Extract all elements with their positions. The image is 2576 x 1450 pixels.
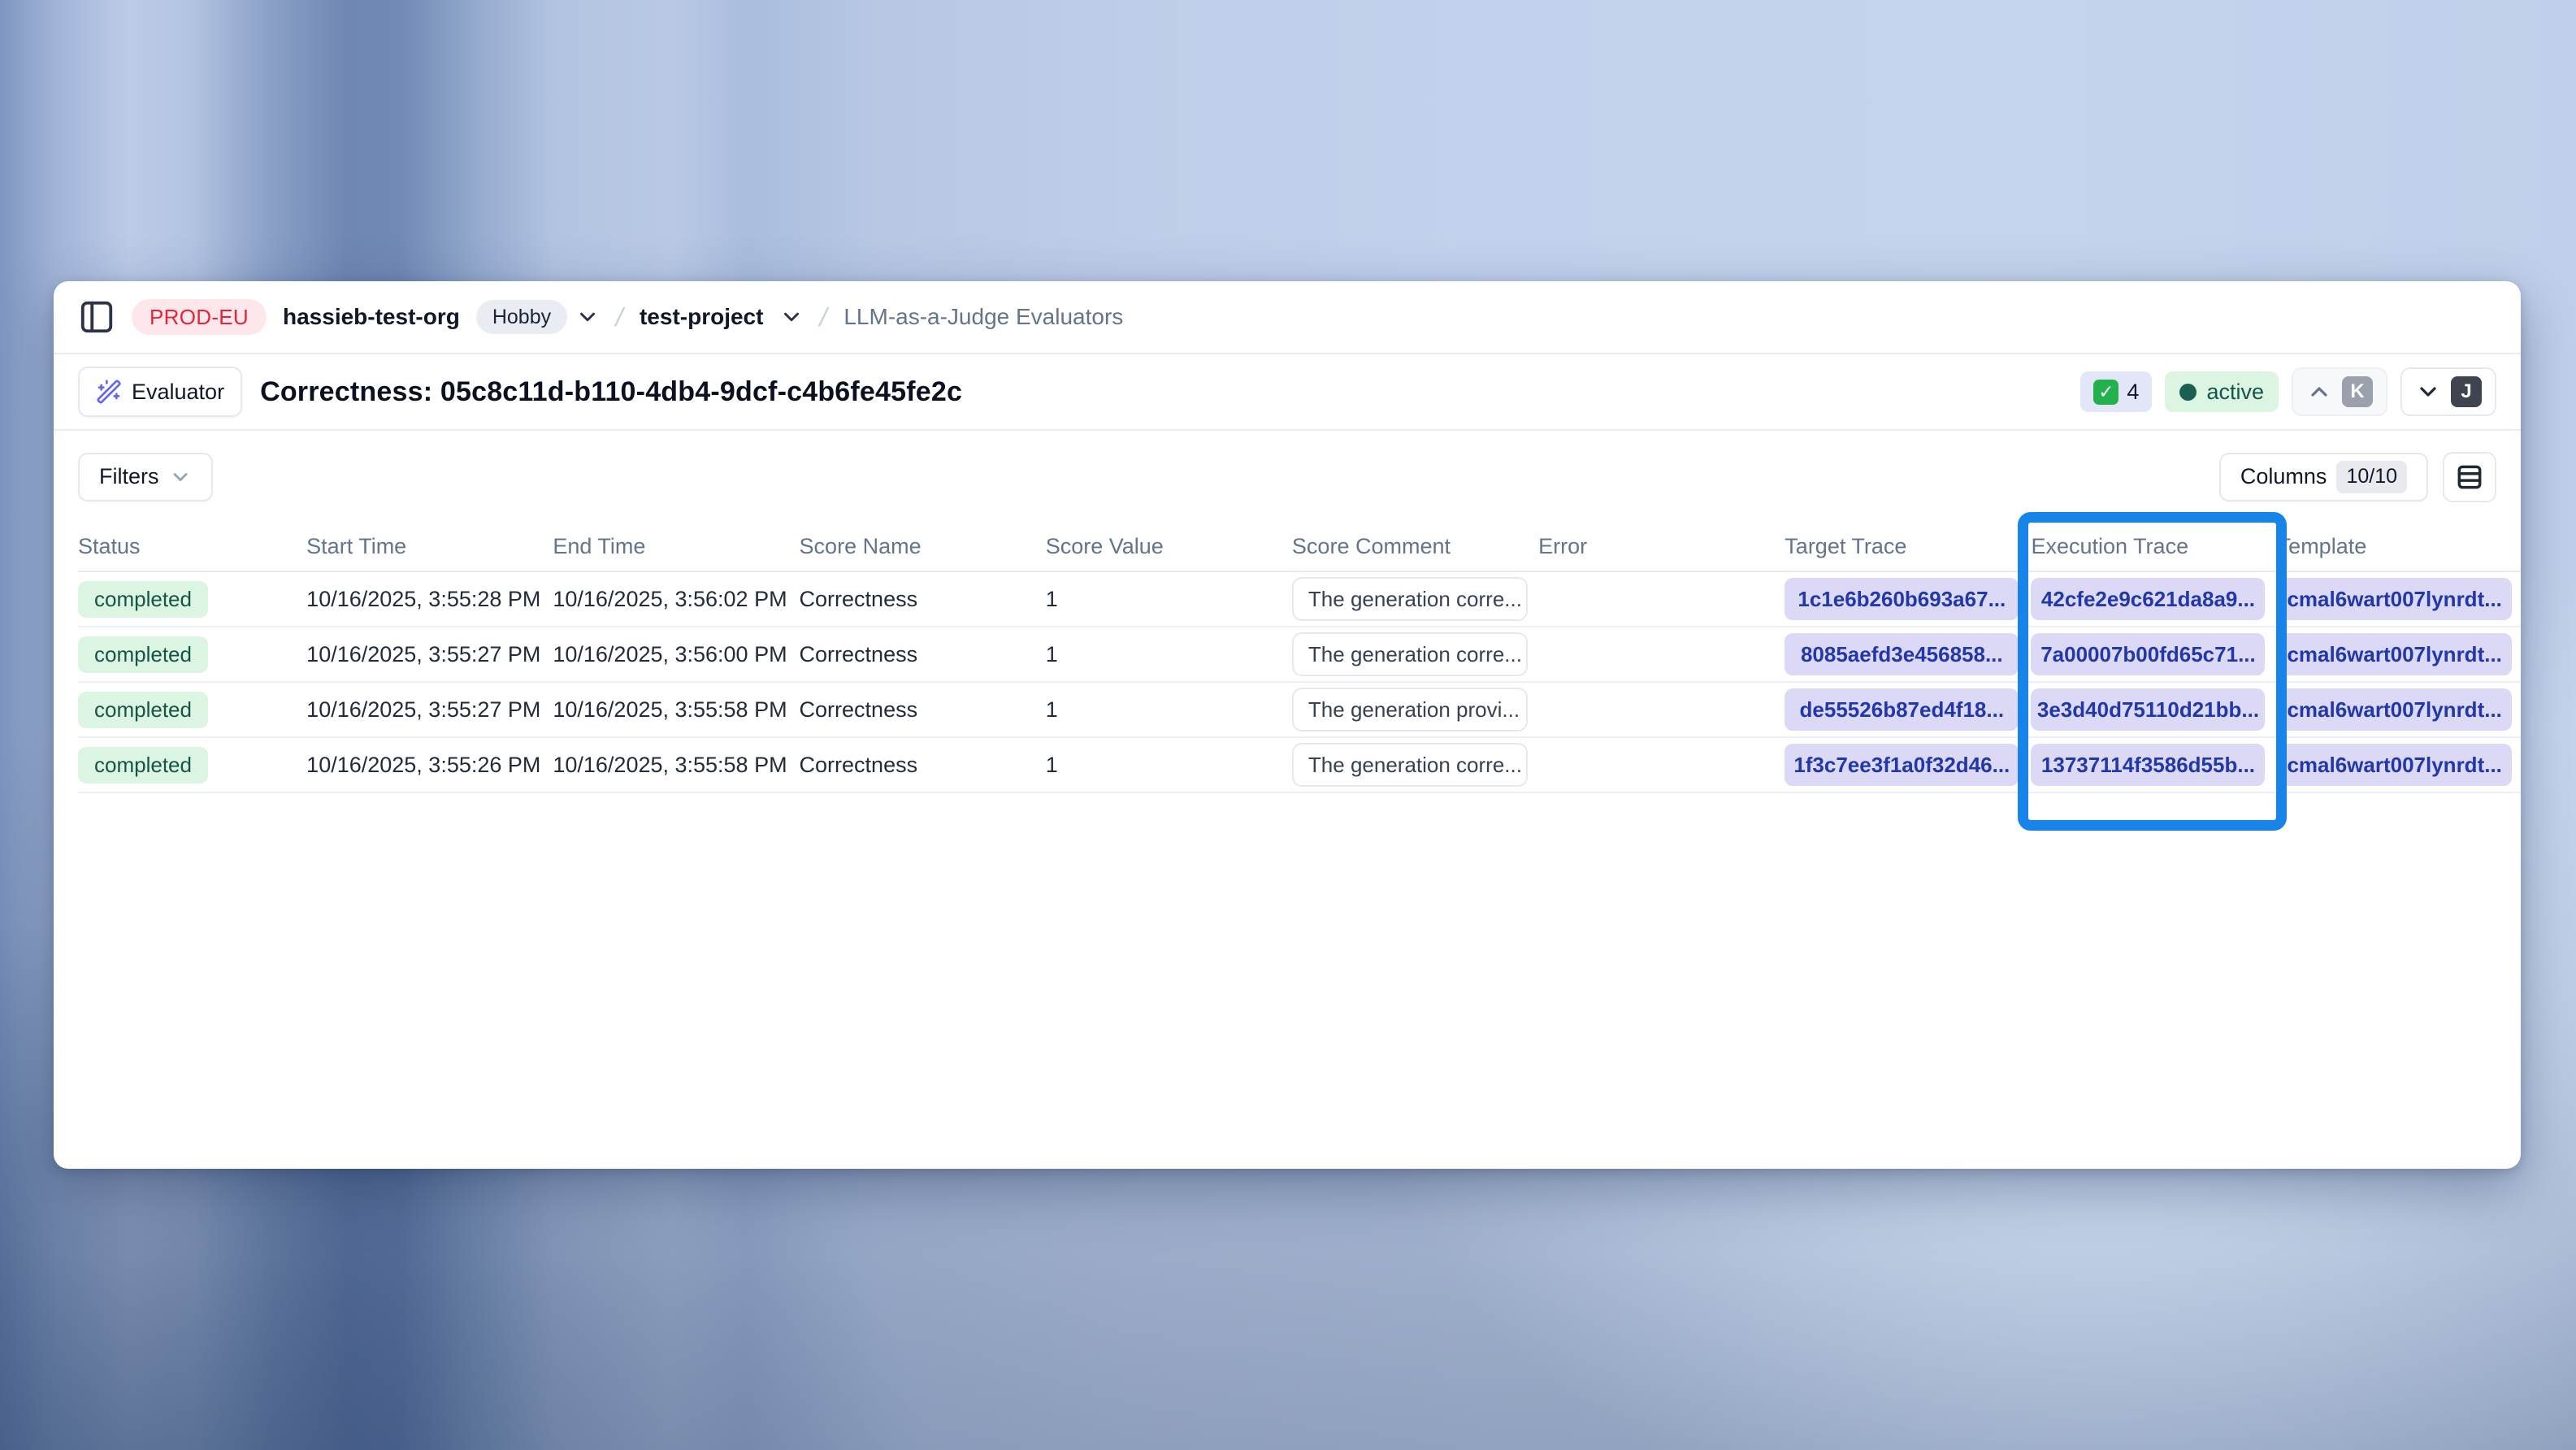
plan-badge: Hobby — [476, 300, 567, 334]
status-dot-icon — [2179, 384, 2197, 401]
status-chip: completed — [78, 692, 208, 728]
end-time-cell: 10/16/2025, 3:55:58 PM — [553, 682, 799, 737]
chevron-down-icon — [2415, 379, 2441, 405]
wand-sparkles-icon — [96, 379, 122, 405]
keycap-k: K — [2342, 376, 2373, 407]
evaluator-type-label: Evaluator — [132, 380, 224, 405]
target-trace-chip[interactable]: 8085aefd3e456858... — [1785, 633, 2019, 675]
keycap-j: J — [2451, 376, 2482, 407]
end-time-cell: 10/16/2025, 3:56:00 PM — [553, 627, 799, 682]
template-chip[interactable]: cmal6wart007lynrdt... — [2278, 633, 2512, 675]
prev-run-button[interactable]: K — [2292, 367, 2387, 416]
next-run-button[interactable]: J — [2400, 367, 2496, 416]
column-header-template: Template — [2278, 523, 2521, 571]
error-cell — [1538, 627, 1785, 682]
filters-label: Filters — [99, 464, 159, 489]
chevron-down-icon — [169, 466, 192, 488]
target-trace-chip[interactable]: de55526b87ed4f18... — [1785, 688, 2019, 731]
target-trace-chip[interactable]: 1f3c7ee3f1a0f32d46... — [1785, 744, 2019, 786]
status-label: active — [2206, 380, 2264, 405]
app-window: PROD-EU hassieb-test-org Hobby / test-pr… — [54, 281, 2521, 1169]
score-value-cell: 1 — [1046, 627, 1292, 682]
evaluator-header: Evaluator Correctness: 05c8c11d-b110-4db… — [54, 354, 2521, 431]
score-value-cell: 1 — [1046, 682, 1292, 737]
status-chip: completed — [78, 636, 208, 673]
row-height-button[interactable] — [2443, 452, 2496, 502]
template-chip[interactable]: cmal6wart007lynrdt... — [2278, 744, 2512, 786]
column-header-target-trace: Target Trace — [1785, 523, 2031, 571]
success-count: 4 — [2127, 380, 2139, 405]
breadcrumb-project[interactable]: test-project — [640, 304, 763, 330]
score-name-cell: Correctness — [800, 627, 1046, 682]
table-row[interactable]: completed 10/16/2025, 3:55:28 PM 10/16/2… — [78, 571, 2521, 627]
columns-label: Columns — [2240, 464, 2327, 489]
table-row[interactable]: completed 10/16/2025, 3:55:27 PM 10/16/2… — [78, 682, 2521, 737]
check-icon: ✓ — [2093, 380, 2118, 405]
table-toolbar: Filters Columns 10/10 — [54, 431, 2521, 523]
env-badge: PROD-EU — [132, 299, 267, 335]
results-table-wrapper: Status Start Time End Time Score Name Sc… — [78, 523, 2521, 793]
template-chip[interactable]: cmal6wart007lynrdt... — [2278, 688, 2512, 731]
evaluator-type-badge: Evaluator — [78, 367, 242, 417]
template-chip[interactable]: cmal6wart007lynrdt... — [2278, 578, 2512, 620]
breadcrumb-org[interactable]: hassieb-test-org — [283, 304, 460, 330]
error-cell — [1538, 682, 1785, 737]
start-time-cell: 10/16/2025, 3:55:27 PM — [306, 682, 553, 737]
score-name-cell: Correctness — [800, 682, 1046, 737]
score-comment-chip[interactable]: The generation corre... — [1292, 743, 1528, 787]
column-header-execution-trace: Execution Trace — [2031, 523, 2277, 571]
target-trace-chip[interactable]: 1c1e6b260b693a67... — [1785, 578, 2019, 620]
start-time-cell: 10/16/2025, 3:55:26 PM — [306, 737, 553, 792]
chevron-up-icon — [2306, 379, 2332, 405]
breadcrumb: PROD-EU hassieb-test-org Hobby / test-pr… — [54, 281, 2521, 354]
results-table: Status Start Time End Time Score Name Sc… — [78, 523, 2521, 793]
score-name-cell: Correctness — [800, 571, 1046, 627]
breadcrumb-page: LLM-as-a-Judge Evaluators — [843, 304, 1123, 330]
execution-trace-chip[interactable]: 42cfe2e9c621da8a9... — [2031, 578, 2265, 620]
score-name-cell: Correctness — [800, 737, 1046, 792]
status-badge: active — [2165, 371, 2279, 412]
table-row[interactable]: completed 10/16/2025, 3:55:27 PM 10/16/2… — [78, 627, 2521, 682]
execution-trace-chip[interactable]: 3e3d40d75110d21bb... — [2031, 688, 2265, 731]
success-count-badge[interactable]: ✓ 4 — [2080, 371, 2152, 412]
status-chip: completed — [78, 581, 208, 618]
filters-button[interactable]: Filters — [78, 453, 213, 501]
org-switcher[interactable]: Hobby — [476, 300, 600, 334]
end-time-cell: 10/16/2025, 3:56:02 PM — [553, 571, 799, 627]
column-header-score-comment: Score Comment — [1292, 523, 1538, 571]
column-header-end-time: End Time — [553, 523, 799, 571]
column-header-score-value: Score Value — [1046, 523, 1292, 571]
breadcrumb-separator: / — [613, 302, 627, 332]
chevron-down-icon[interactable] — [575, 305, 600, 329]
score-value-cell: 1 — [1046, 571, 1292, 627]
column-header-start-time: Start Time — [306, 523, 553, 571]
error-cell — [1538, 737, 1785, 792]
table-row[interactable]: completed 10/16/2025, 3:55:26 PM 10/16/2… — [78, 737, 2521, 792]
columns-count-badge: 10/10 — [2336, 461, 2407, 493]
error-cell — [1538, 571, 1785, 627]
columns-button[interactable]: Columns 10/10 — [2219, 453, 2428, 501]
column-header-status: Status — [78, 523, 306, 571]
status-chip: completed — [78, 747, 208, 784]
column-header-score-name: Score Name — [800, 523, 1046, 571]
table-header-row: Status Start Time End Time Score Name Sc… — [78, 523, 2521, 571]
project-switcher-chevron-down-icon[interactable] — [779, 305, 804, 329]
column-header-error: Error — [1538, 523, 1785, 571]
panel-left-icon — [78, 298, 115, 336]
score-comment-chip[interactable]: The generation provi... — [1292, 688, 1528, 732]
page-title: Correctness: 05c8c11d-b110-4db4-9dcf-c4b… — [260, 376, 962, 408]
execution-trace-chip[interactable]: 7a00007b00fd65c71... — [2031, 633, 2265, 675]
sidebar-toggle-button[interactable] — [78, 298, 115, 336]
start-time-cell: 10/16/2025, 3:55:28 PM — [306, 571, 553, 627]
breadcrumb-separator: / — [817, 302, 831, 332]
execution-trace-chip[interactable]: 13737114f3586d55b... — [2031, 744, 2265, 786]
score-comment-chip[interactable]: The generation corre... — [1292, 577, 1528, 621]
end-time-cell: 10/16/2025, 3:55:58 PM — [553, 737, 799, 792]
rows-icon — [2454, 462, 2485, 493]
score-comment-chip[interactable]: The generation corre... — [1292, 632, 1528, 676]
page-background: { "breadcrumb": { "env_badge": "PROD-EU"… — [0, 0, 2576, 1450]
start-time-cell: 10/16/2025, 3:55:27 PM — [306, 627, 553, 682]
score-value-cell: 1 — [1046, 737, 1292, 792]
